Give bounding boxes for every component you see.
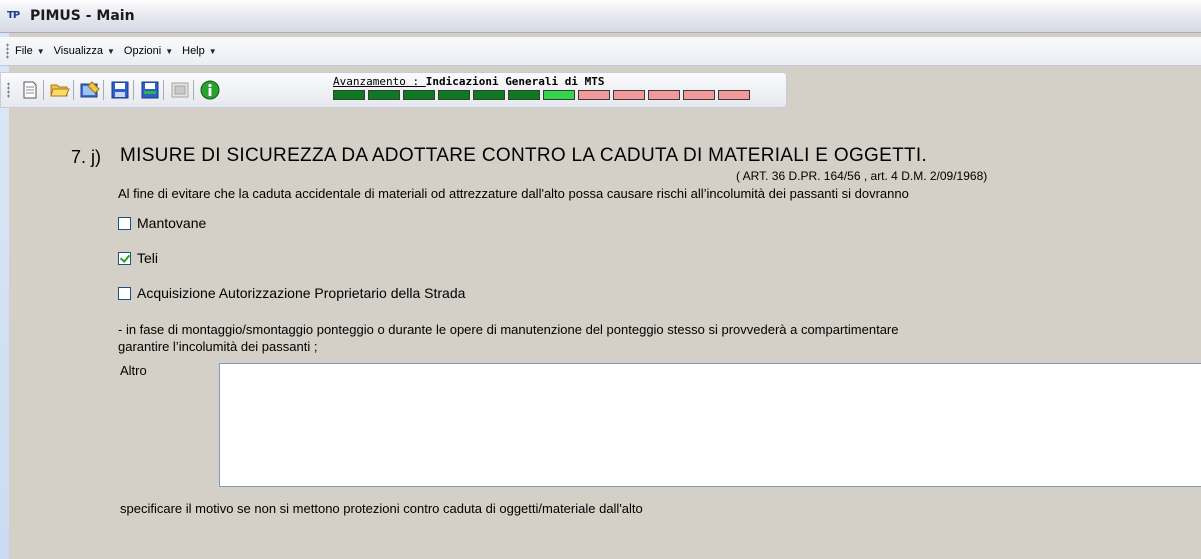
progress-label-prefix: Avanzamento : xyxy=(333,75,426,88)
teli-checkbox[interactable] xyxy=(118,251,131,265)
progress-step-todo xyxy=(648,90,680,100)
new-document-button[interactable] xyxy=(19,79,41,101)
toolbar-grip-handle[interactable] xyxy=(7,82,10,98)
save-as-icon xyxy=(141,81,159,99)
menu-bar: File ▼ Visualizza ▼ Opzioni ▼ Help ▼ xyxy=(0,37,1201,66)
menu-help[interactable]: Help ▼ xyxy=(182,45,217,57)
option-acquisizione[interactable]: Acquisizione Autorizzazione Proprietario… xyxy=(118,285,465,301)
open-button[interactable] xyxy=(49,79,71,101)
disabled-button[interactable] xyxy=(169,79,191,101)
acquisizione-checkbox[interactable] xyxy=(118,286,131,300)
menu-opzioni[interactable]: Opzioni ▼ xyxy=(124,45,173,57)
toolbar-strip: Avanzamento : Indicazioni Generali di MT… xyxy=(0,72,787,108)
title-bar: TP PIMUS - Main xyxy=(0,0,1201,33)
progress-label: Avanzamento : Indicazioni Generali di MT… xyxy=(333,75,750,88)
info-icon xyxy=(200,80,220,100)
progress-step-todo xyxy=(578,90,610,100)
altro-label: Altro xyxy=(120,363,147,378)
section-reference: ( ART. 36 D.PR. 164/56 , art. 4 D.M. 2/0… xyxy=(736,169,988,183)
menu-file-label: File xyxy=(15,45,33,57)
save-as-button[interactable] xyxy=(139,79,161,101)
progress-step-current xyxy=(543,90,575,100)
toolbar-separator xyxy=(133,80,134,100)
progress-current-step: Indicazioni Generali di MTS xyxy=(425,75,605,88)
option-teli[interactable]: Teli xyxy=(118,250,158,266)
progress-step-done xyxy=(403,90,435,100)
progress-step-done xyxy=(333,90,365,100)
menu-file[interactable]: File ▼ xyxy=(15,45,45,57)
chevron-down-icon: ▼ xyxy=(165,46,174,56)
progress-step-done xyxy=(368,90,400,100)
menu-visualizza-label: Visualizza xyxy=(53,45,103,57)
toolbar-separator xyxy=(163,80,164,100)
note-line-1: - in fase di montaggio/smontaggio ponteg… xyxy=(118,322,899,337)
mantovane-checkbox[interactable] xyxy=(118,216,131,230)
note-text: - in fase di montaggio/smontaggio ponteg… xyxy=(118,321,899,355)
progress-step-todo xyxy=(683,90,715,100)
toolbar-separator xyxy=(103,80,104,100)
toolbar-separator xyxy=(43,80,44,100)
menu-visualizza[interactable]: Visualizza ▼ xyxy=(54,45,115,57)
info-button[interactable] xyxy=(199,79,221,101)
menu-help-label: Help xyxy=(182,45,205,57)
footer-hint: specificare il motivo se non si mettono … xyxy=(120,501,643,516)
edit-image-icon xyxy=(80,81,100,98)
save-button[interactable] xyxy=(109,79,131,101)
chevron-down-icon: ▼ xyxy=(208,46,217,56)
progress-step-todo xyxy=(613,90,645,100)
section-title: MISURE DI SICUREZZA DA ADOTTARE CONTRO L… xyxy=(120,145,928,166)
progress-step-done xyxy=(508,90,540,100)
section-number: 7. j) xyxy=(71,147,102,167)
progress-steps xyxy=(333,90,750,100)
disabled-image-icon xyxy=(171,82,189,98)
toolbar: Avanzamento : Indicazioni Generali di MT… xyxy=(0,72,1201,108)
toolbar-separator xyxy=(193,80,194,100)
note-line-2: garantire l’incolumità dei passanti ; xyxy=(118,339,318,354)
window-title: PIMUS - Main xyxy=(30,8,135,24)
menu-grip-handle[interactable] xyxy=(6,43,9,59)
menu-opzioni-label: Opzioni xyxy=(123,45,162,57)
open-folder-icon xyxy=(50,84,70,97)
mantovane-label: Mantovane xyxy=(137,215,207,231)
progress-step-done xyxy=(438,90,470,100)
chevron-down-icon: ▼ xyxy=(36,46,45,56)
altro-textarea[interactable] xyxy=(219,363,1201,487)
teli-label: Teli xyxy=(137,250,159,266)
progress-step-todo xyxy=(718,90,750,100)
option-mantovane[interactable]: Mantovane xyxy=(118,215,206,231)
toolbar-separator xyxy=(73,80,74,100)
save-icon xyxy=(111,81,129,99)
new-document-icon xyxy=(23,81,37,99)
intro-text: Al fine di evitare che la caduta acciden… xyxy=(118,186,909,201)
app-logo-icon: TP xyxy=(7,10,20,21)
edit-image-button[interactable] xyxy=(79,79,101,101)
chevron-down-icon: ▼ xyxy=(106,46,115,56)
progress-indicator: Avanzamento : Indicazioni Generali di MT… xyxy=(333,75,750,105)
acquisizione-label: Acquisizione Autorizzazione Proprietario… xyxy=(137,285,466,301)
progress-step-done xyxy=(473,90,505,100)
